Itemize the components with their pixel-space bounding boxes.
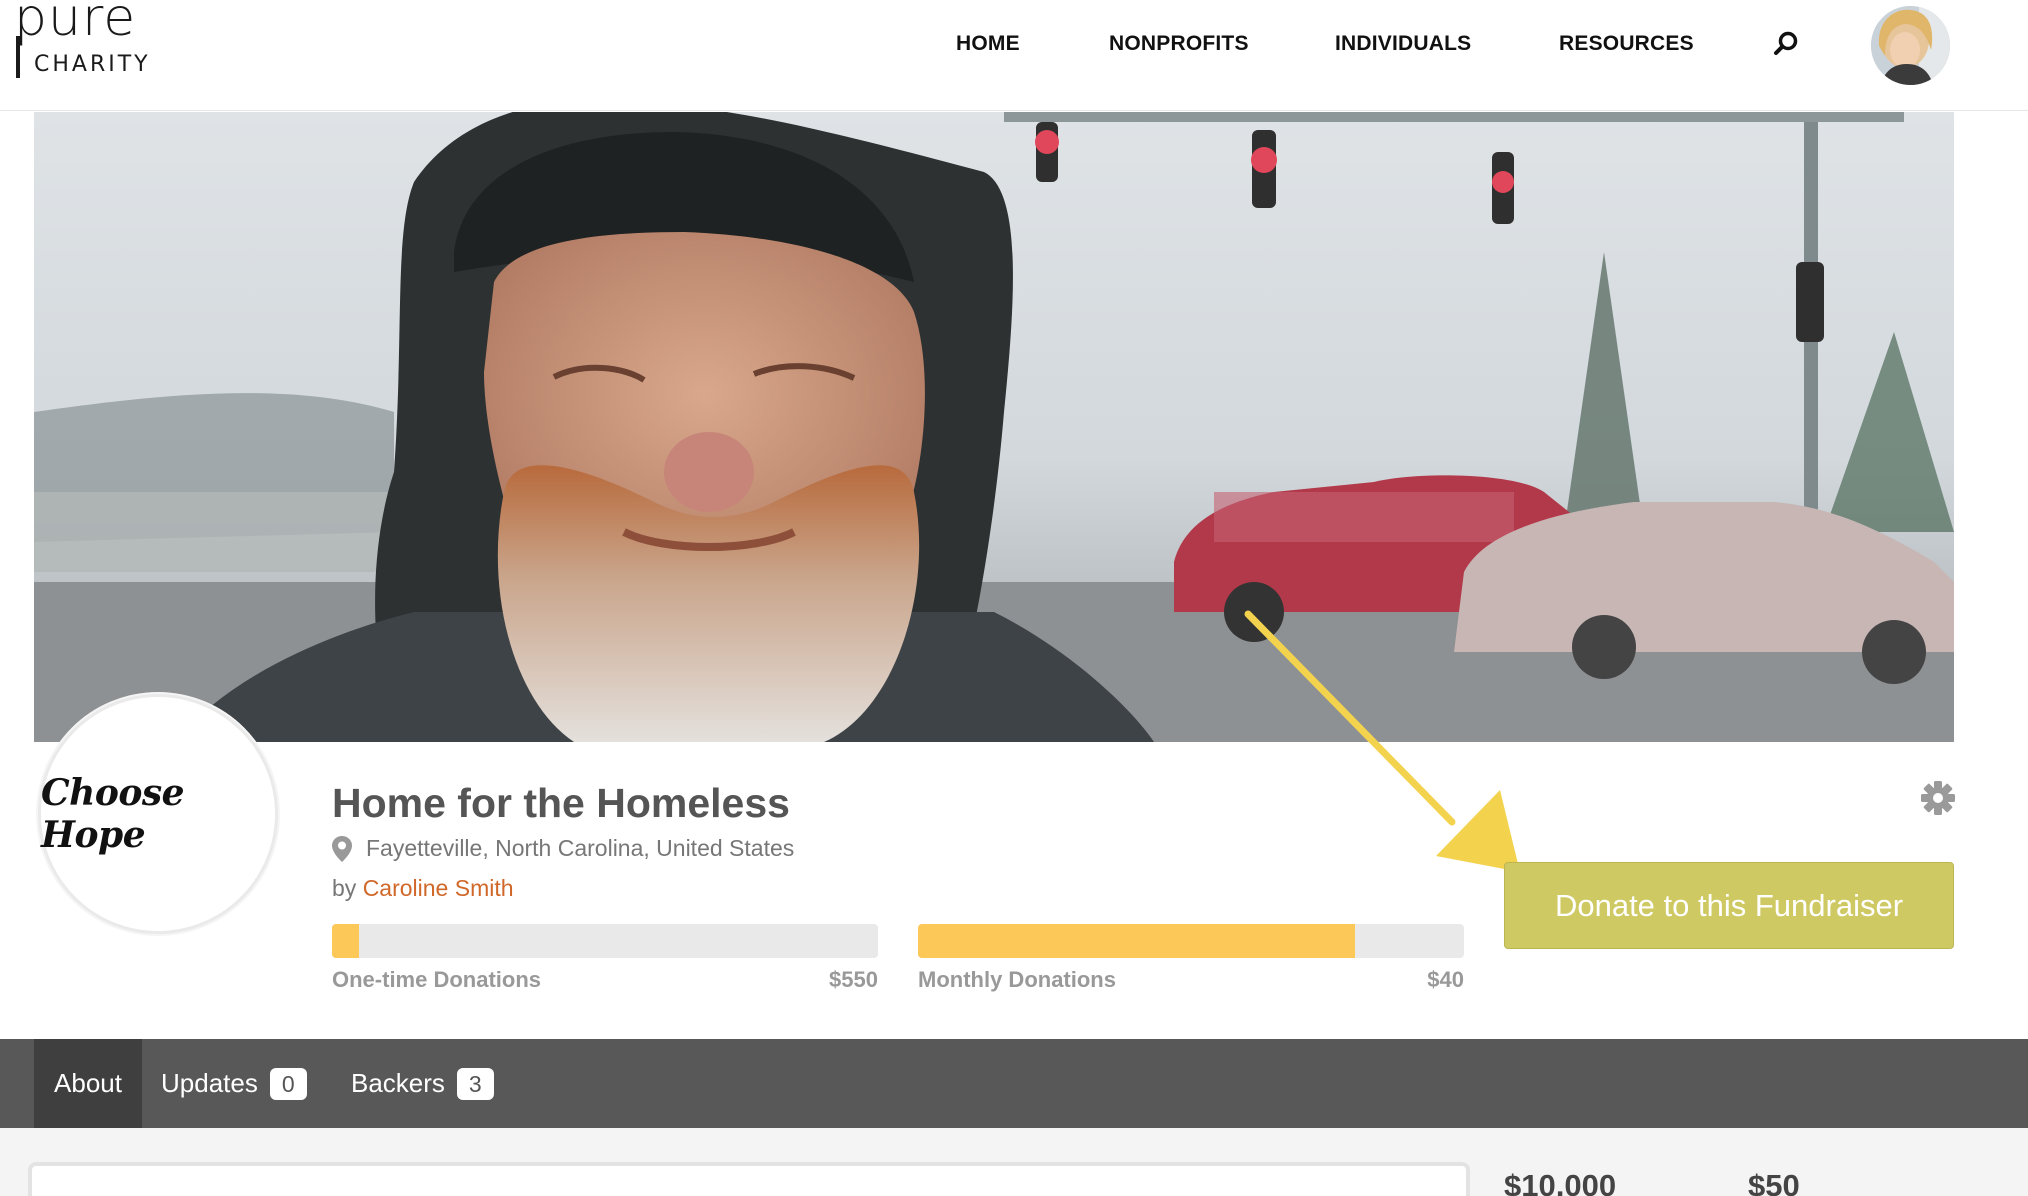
monthly-amount: $40 [1427,967,1464,992]
hero-image [34,112,1954,742]
logo-bar [16,36,20,78]
nav-resources[interactable]: RESOURCES [1559,32,1694,56]
fundraiser-location: Fayetteville, North Carolina, United Sta… [332,835,794,862]
nav-individuals[interactable]: INDIVIDUALS [1335,32,1471,56]
pure-charity-logo[interactable]: pure CHARITY [14,0,164,80]
tab-about[interactable]: About [34,1039,142,1128]
tab-backers-label: Backers [351,1068,445,1098]
one-time-label: One-time Donations [332,967,542,992]
tab-updates[interactable]: Updates 0 [161,1039,307,1128]
updates-count-badge: 0 [269,1067,307,1100]
fundraiser-tabs: About Updates 0 Backers 3 [0,1039,2028,1128]
monthly-label: Monthly Donations [918,967,1116,992]
backers-count-badge: 3 [456,1067,494,1100]
secondary-amount: $50 [1748,1168,1800,1196]
top-navbar: pure CHARITY HOME NONPROFITS INDIVIDUALS… [0,0,2028,111]
location-text: Fayetteville, North Carolina, United Sta… [366,835,795,861]
nav-nonprofits[interactable]: NONPROFITS [1109,32,1249,56]
fundraiser-logo-text: Choose Hope [41,772,185,856]
nav-home[interactable]: HOME [956,32,1020,56]
one-time-progress-fill [332,924,360,958]
about-card [28,1162,1470,1196]
user-avatar[interactable] [1871,6,1950,85]
logo-word-charity: CHARITY [34,52,151,77]
byline-prefix: by [332,875,357,901]
monthly-progress-fill [918,924,1355,958]
tab-backers[interactable]: Backers 3 [351,1039,494,1128]
one-time-progress-bar [332,924,878,958]
donate-button[interactable]: Donate to this Fundraiser [1504,862,1954,949]
tab-updates-label: Updates [161,1068,258,1098]
gear-icon[interactable] [1920,780,1956,816]
search-icon[interactable] [1772,30,1802,60]
logo-word-pure: pure [14,0,137,48]
monthly-progress-bar [918,924,1464,958]
fundraiser-byline: by Caroline Smith [332,875,514,902]
tab-about-label: About [54,1068,122,1098]
one-time-amount: $550 [829,967,878,992]
fundraiser-logo: Choose Hope [38,694,278,934]
author-link[interactable]: Caroline Smith [363,875,514,901]
fundraiser-title: Home for the Homeless [332,780,790,826]
goal-amount: $10,000 [1504,1168,1617,1196]
map-pin-icon [332,835,352,862]
